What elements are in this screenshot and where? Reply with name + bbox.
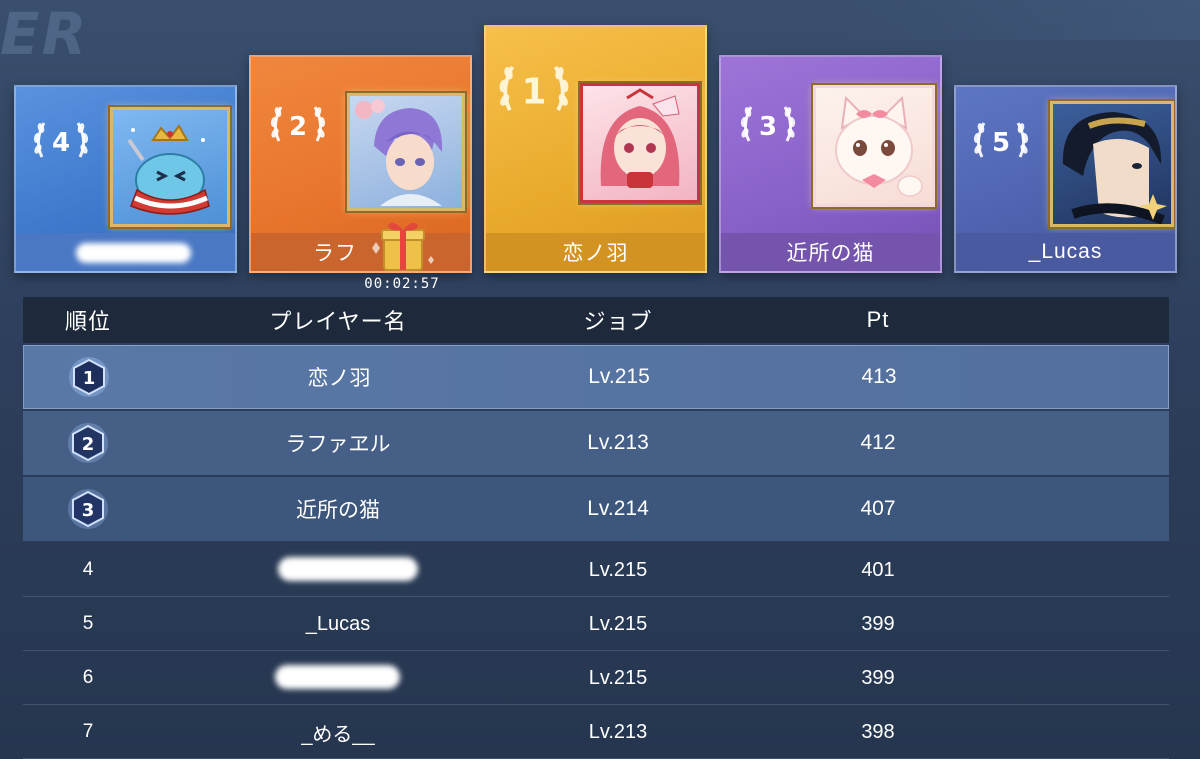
background-panel	[840, 0, 1200, 40]
table-row[interactable]: 6 Lv.215 399	[23, 651, 1169, 705]
player-name: _める__	[301, 723, 375, 746]
header-job: ジョブ	[583, 309, 653, 334]
player-name	[213, 651, 463, 705]
anime-girl-icon	[600, 88, 680, 188]
player-avatar	[347, 93, 465, 211]
ranking-table: 順位 プレイヤー名 ジョブ Pt 1 恋ノ羽 Lv.215 413 2 ラファヱ…	[23, 297, 1169, 759]
table-row[interactable]: 4 Lv.215 401	[23, 543, 1169, 597]
table-header: 順位 プレイヤー名 ジョブ Pt	[23, 297, 1169, 343]
laurel-wreath-icon: 3	[740, 106, 796, 142]
rank-number: 5	[82, 613, 94, 634]
redacted-name	[278, 557, 418, 581]
podium-rank-number: 5	[992, 128, 1010, 158]
rank-number: 6	[82, 667, 94, 688]
rank-badge-number: 2	[82, 434, 95, 455]
redacted-name	[275, 665, 400, 689]
player-level: Lv.215	[588, 612, 648, 635]
laurel-wreath-icon: 2	[270, 106, 326, 142]
player-points: 413	[861, 365, 897, 388]
laurel-wreath-icon: 5	[973, 122, 1029, 158]
kitten-icon	[835, 95, 923, 197]
player-name: 恋ノ羽	[307, 367, 371, 390]
rank-badge-icon: 1	[69, 357, 109, 397]
header-rank: 順位	[64, 309, 111, 334]
header-player-name: プレイヤー名	[269, 309, 407, 334]
podium-card-rank-5[interactable]: 5 _Lucas	[954, 85, 1177, 273]
player-level: Lv.215	[588, 365, 650, 388]
player-points: 399	[861, 666, 895, 689]
podium-player-name: _Lucas	[956, 233, 1175, 271]
podium-card-rank-4[interactable]: 4	[14, 85, 237, 273]
player-avatar	[1050, 101, 1174, 227]
table-row[interactable]: 2 ラファヱル Lv.213 412	[23, 411, 1169, 475]
rank-badge-icon: 2	[68, 423, 108, 463]
rank-number: 7	[82, 721, 94, 742]
podium-rank-number: 4	[52, 128, 70, 158]
table-row[interactable]: 5 _Lucas Lv.215 399	[23, 597, 1169, 651]
anime-man-icon	[1062, 112, 1167, 224]
laurel-wreath-icon: 1	[499, 65, 569, 113]
podium-rank-number: 2	[289, 112, 307, 142]
podium-rank-number: 1	[522, 72, 547, 113]
player-level: Lv.213	[588, 720, 648, 743]
player-name: 近所の猫	[296, 499, 380, 522]
rank-badge-number: 1	[83, 368, 96, 389]
player-level: Lv.215	[588, 666, 648, 689]
podium-player-name	[16, 233, 235, 271]
rank-number: 4	[82, 559, 94, 580]
podium-rank-number: 3	[759, 112, 777, 142]
redacted-name	[76, 243, 191, 263]
player-avatar	[580, 83, 700, 203]
player-points: 412	[860, 431, 896, 454]
player-name	[213, 543, 463, 597]
player-points: 407	[860, 497, 896, 520]
header-pt: Pt	[866, 307, 890, 332]
podium-card-rank-1[interactable]: 1 恋ノ羽	[484, 25, 707, 273]
table-row[interactable]: 1 恋ノ羽 Lv.215 413	[23, 345, 1169, 409]
gift-countdown-timer: 00:02:57	[364, 276, 440, 292]
background-title-text: ER	[0, 0, 89, 68]
player-name: _Lucas	[305, 612, 371, 635]
table-row[interactable]: 7 _める__ Lv.213 398	[23, 705, 1169, 759]
anime-boy-icon	[355, 99, 443, 206]
player-avatar	[813, 85, 935, 207]
rank-badge-number: 3	[82, 500, 95, 521]
player-level: Lv.215	[588, 558, 648, 581]
table-row[interactable]: 3 近所の猫 Lv.214 407	[23, 477, 1169, 541]
slime-king-icon	[127, 124, 210, 215]
player-points: 398	[861, 720, 895, 743]
player-points: 401	[861, 558, 895, 581]
podium-player-name: 近所の猫	[721, 233, 940, 271]
player-level: Lv.213	[587, 431, 649, 454]
player-level: Lv.214	[587, 497, 649, 520]
laurel-wreath-icon: 4	[33, 122, 89, 158]
player-name: ラファヱル	[285, 433, 391, 456]
podium-card-rank-3[interactable]: 3 近所の猫	[719, 55, 942, 273]
player-points: 399	[861, 612, 895, 635]
rank-badge-icon: 3	[68, 489, 108, 529]
podium-player-name: 恋ノ羽	[486, 233, 705, 271]
player-avatar	[110, 107, 230, 227]
